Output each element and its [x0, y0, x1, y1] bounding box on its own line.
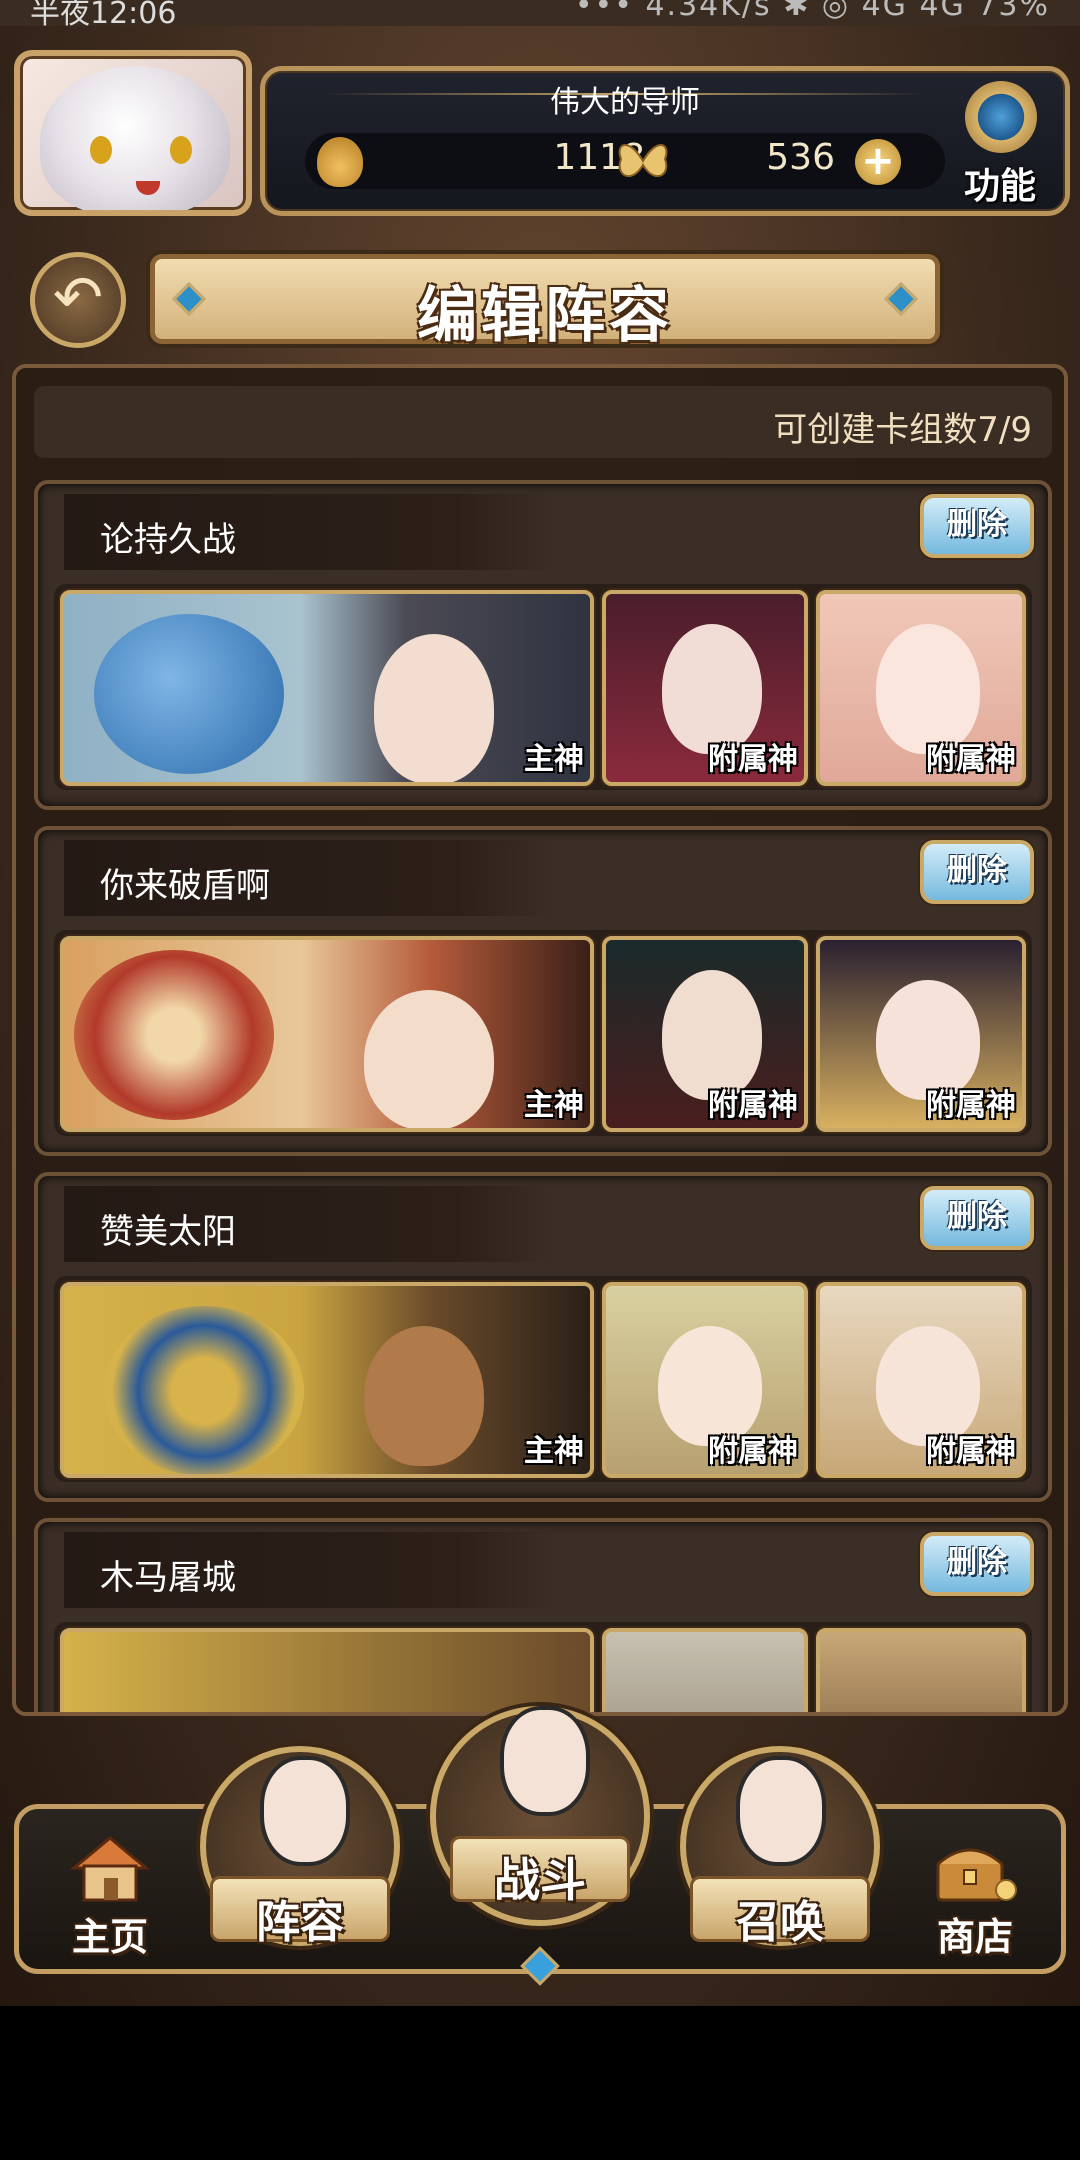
delete-deck-button[interactable]: 删除	[920, 1186, 1034, 1250]
sub-god-card[interactable]: 附属神	[816, 936, 1026, 1132]
main-god-card[interactable]: 主神	[60, 590, 594, 786]
deck-cards: 主神 附属神 附属神	[54, 930, 1032, 1136]
delete-deck-button[interactable]: 删除	[920, 1532, 1034, 1596]
sub-god-label: 附属神	[926, 1088, 1016, 1123]
nav-lineup-label: 阵容	[256, 1897, 344, 1948]
main-god-label: 主神	[524, 742, 584, 777]
nav-home[interactable]: 主页	[50, 1826, 170, 1966]
back-button[interactable]: ↶	[30, 252, 126, 348]
card-portrait	[364, 1326, 484, 1466]
chibi-character	[736, 1756, 826, 1866]
chibi-character	[500, 1706, 590, 1816]
avatar-hair	[40, 66, 230, 210]
yin-yang-emblem	[94, 614, 284, 774]
delete-deck-button[interactable]: 删除	[920, 840, 1034, 904]
deck-name: 木马屠城	[100, 1558, 236, 1598]
function-label: 功能	[963, 166, 1036, 207]
add-currency-button[interactable]: +	[855, 139, 901, 185]
nav-summon[interactable]: 召唤	[670, 1736, 890, 1986]
main-god-card[interactable]: 主神	[60, 1282, 594, 1478]
deck-count: 可创建卡组数7/9	[773, 410, 1032, 450]
chibi-character	[260, 1756, 350, 1866]
deck-card[interactable]: 赞美太阳 删除 主神 附属神 附属神	[34, 1172, 1052, 1502]
nav-shop-label: 商店	[936, 1915, 1013, 1959]
card-portrait	[374, 634, 494, 782]
player-info-panel: 伟大的导师 1118 536 + 功能	[260, 66, 1070, 216]
card-portrait	[364, 990, 494, 1128]
nav-lineup[interactable]: 阵容	[190, 1736, 410, 1986]
nav-battle[interactable]: 战斗	[420, 1686, 660, 1946]
deck-cards: 主神 附属神 附属神	[54, 584, 1032, 790]
main-god-label: 主神	[524, 1088, 584, 1123]
deck-name: 赞美太阳	[100, 1212, 236, 1252]
sub-god-card[interactable]: 附属神	[602, 1282, 808, 1478]
flame-currency-icon	[317, 137, 363, 187]
page-title: 编辑阵容	[417, 281, 673, 351]
nav-shop[interactable]: 商店	[910, 1826, 1040, 1966]
butterfly-currency-amount: 536	[766, 137, 835, 178]
title-banner: 编辑阵容	[150, 254, 940, 351]
sub-god-card[interactable]	[816, 1628, 1026, 1712]
status-time: 半夜12:06	[30, 0, 177, 26]
main-god-label: 主神	[524, 1434, 584, 1469]
treasure-chest-icon	[936, 1848, 1017, 1902]
deck-card[interactable]: 论持久战 删除 主神 附属神 附属神	[34, 480, 1052, 810]
sub-god-label: 附属神	[708, 1088, 798, 1123]
screen-bottom-blank	[0, 2006, 1080, 2160]
player-header: 伟大的导师 1118 536 + 功能	[10, 46, 1070, 222]
nav-battle-label: 战斗	[494, 1853, 586, 1907]
avatar-eye-left	[90, 136, 112, 164]
sub-god-card[interactable]: 附属神	[816, 1282, 1026, 1478]
deck-name: 你来破盾啊	[100, 866, 270, 906]
avatar-eye-right	[170, 136, 192, 164]
sun-emblem	[74, 950, 274, 1120]
sub-god-card[interactable]: 附属神	[816, 590, 1026, 786]
sub-god-label: 附属神	[926, 1434, 1016, 1469]
function-button[interactable]: 功能	[935, 75, 1065, 215]
main-god-card[interactable]: 主神	[60, 936, 594, 1132]
deck-count-bar: 可创建卡组数7/9	[34, 386, 1052, 458]
deck-name-bar: 你来破盾啊	[64, 840, 554, 916]
sun-wheel-emblem	[104, 1306, 304, 1474]
deck-card[interactable]: 你来破盾啊 删除 主神 附属神 附属神	[34, 826, 1052, 1156]
sub-god-card[interactable]: 附属神	[602, 936, 808, 1132]
deck-list-panel[interactable]: 可创建卡组数7/9 论持久战 删除 主神 附属神 附属神 你来破盾啊 删除 主神…	[12, 364, 1068, 1716]
game-screen: 伟大的导师 1118 536 + 功能 ↶ 编辑阵容 可创建卡组数7/9 论持久…	[0, 26, 1080, 2006]
sub-god-label: 附属神	[926, 742, 1016, 777]
gear-icon	[965, 81, 1037, 153]
status-indicators: ••• 4.34K/s ✱ ◎ 4G 4G 73%	[574, 0, 1050, 23]
sub-god-card[interactable]: 附属神	[602, 590, 808, 786]
deck-name-bar: 论持久战	[64, 494, 554, 570]
player-avatar[interactable]	[14, 50, 252, 216]
sub-god-label: 附属神	[708, 742, 798, 777]
house-icon	[70, 1836, 150, 1902]
nav-home-label: 主页	[71, 1915, 148, 1959]
deck-name-bar: 木马屠城	[64, 1532, 554, 1608]
deck-name: 论持久战	[100, 520, 236, 560]
sub-god-label: 附属神	[708, 1434, 798, 1469]
status-bar: 半夜12:06 ••• 4.34K/s ✱ ◎ 4G 4G 73%	[0, 0, 1080, 26]
nav-summon-label: 召唤	[736, 1897, 824, 1948]
deck-cards: 主神 附属神 附属神	[54, 1276, 1032, 1482]
delete-deck-button[interactable]: 删除	[920, 494, 1034, 558]
player-name: 伟大的导师	[550, 85, 700, 120]
deck-name-bar: 赞美太阳	[64, 1186, 554, 1262]
bottom-navigation: 主页 阵容 战斗 召唤 商店	[0, 1706, 1080, 2006]
butterfly-currency-icon	[618, 144, 668, 178]
